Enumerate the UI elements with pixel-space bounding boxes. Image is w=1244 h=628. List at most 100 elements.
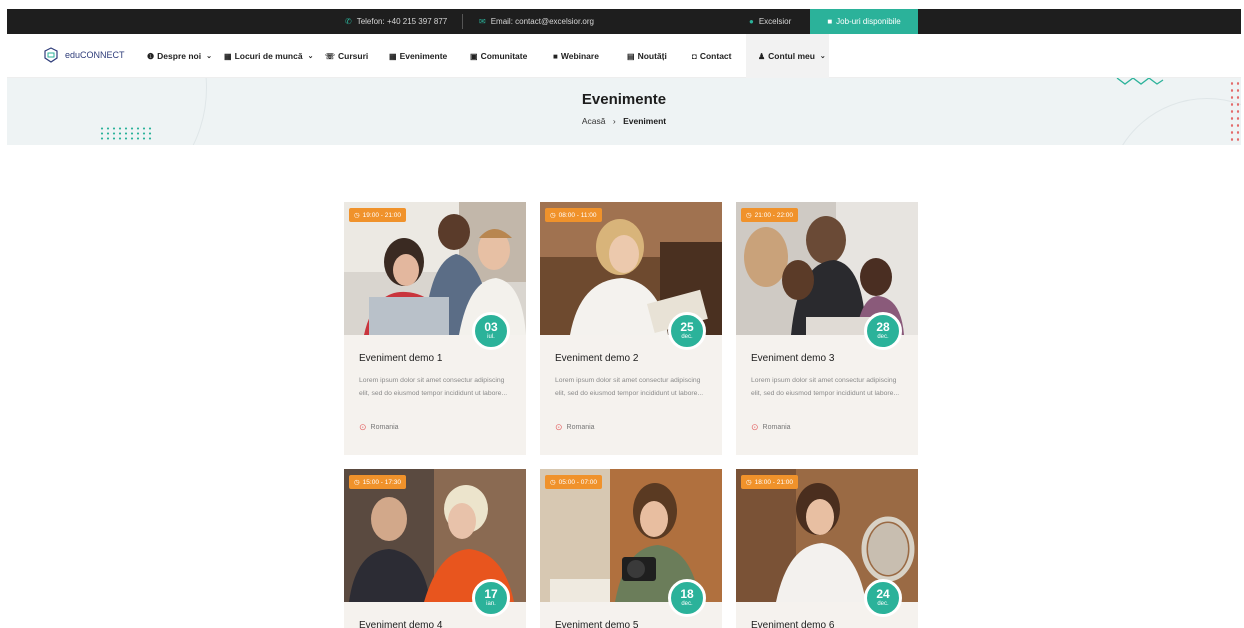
nav-comunitate[interactable]: ▣ Comunitate (470, 34, 527, 78)
event-title[interactable]: Eveniment demo 2 (555, 353, 638, 364)
breadcrumb-home[interactable]: Acasă (582, 116, 606, 126)
nav-contul-meu[interactable]: ♟ Contul meu ⌄ (746, 34, 829, 78)
community-icon: ▣ (470, 51, 478, 61)
main-nav: eduCONNECT ❶ Despre noi ⌄ ▦ Locuri de mu… (7, 34, 1241, 78)
briefcase-icon: ■ (827, 17, 833, 26)
decor-dots (1229, 80, 1241, 144)
event-date-badge: 03 iul. (472, 312, 510, 350)
nav-despre-noi[interactable]: ❶ Despre noi ⌄ (147, 34, 212, 78)
event-month: iul. (487, 334, 495, 340)
event-day: 17 (484, 587, 498, 601)
event-card[interactable]: ◷ 08:00 - 11:00 25 dec. Eveniment demo 2… (540, 202, 722, 455)
logo-text: eduCONNECT (65, 50, 125, 60)
event-day: 24 (876, 587, 890, 601)
event-time-badge: ◷ 08:00 - 11:00 (545, 208, 602, 222)
users-icon: ♟ (758, 51, 766, 61)
event-date-badge: 17 ian. (472, 579, 510, 617)
nav-noutati[interactable]: ▤ Noutăți (627, 34, 667, 78)
location-pin-icon: ⊙ (359, 422, 367, 432)
news-icon: ▤ (627, 51, 635, 61)
event-day: 25 (680, 320, 694, 334)
nav-label: Webinare (560, 51, 599, 61)
nav-label: Contul meu (768, 51, 815, 61)
phone-icon: ✆ (345, 17, 352, 26)
page: ✆ Telefon: +40 215 397 877 ✉ Email: cont… (0, 0, 1244, 628)
clock-icon: ◷ (354, 479, 360, 486)
event-location-text: Romania (370, 424, 399, 431)
event-time-badge: ◷ 05:00 - 07:00 (545, 475, 602, 489)
nav-evenimente[interactable]: ▦ Evenimente (389, 34, 447, 78)
event-card[interactable]: ◷ 21:00 - 22:00 28 dec. Eveniment demo 3… (736, 202, 918, 455)
breadcrumb-separator: › (612, 116, 616, 126)
nav-webinare[interactable]: ■ Webinare (553, 34, 599, 78)
event-date-badge: 18 dec. (668, 579, 706, 617)
event-title[interactable]: Eveniment demo 6 (751, 620, 834, 628)
chevron-down-icon: ⌄ (819, 53, 826, 60)
event-time: 15:00 - 17:30 (362, 478, 401, 486)
event-day: 18 (680, 587, 694, 601)
top-bar: ✆ Telefon: +40 215 397 877 ✉ Email: cont… (7, 9, 1241, 34)
event-card[interactable]: ◷ 15:00 - 17:30 17 ian. Eveniment demo 4 (344, 469, 526, 628)
event-time: 19:00 - 21:00 (362, 211, 401, 219)
event-title[interactable]: Eveniment demo 3 (751, 353, 834, 364)
clock-icon: ◷ (550, 479, 556, 486)
chevron-down-icon: ⌄ (307, 53, 314, 60)
event-time: 21:00 - 22:00 (754, 211, 793, 219)
event-time-badge: ◷ 15:00 - 17:30 (349, 475, 406, 489)
nav-cursuri[interactable]: ☏ Cursuri (325, 34, 368, 78)
page-banner: Evenimente Acasă › Eveniment (7, 78, 1241, 145)
event-day: 03 (484, 320, 498, 334)
inbox-icon: ◘ (692, 51, 697, 61)
phone-contact[interactable]: ✆ Telefon: +40 215 397 877 (345, 9, 447, 34)
event-location-text: Romania (762, 424, 791, 431)
user-icon: ● (749, 17, 754, 26)
clock-icon: ◷ (746, 212, 752, 219)
event-month: dec. (681, 601, 693, 607)
event-location: ⊙ Romania (555, 422, 595, 433)
jobs-button-label: Job-uri disponibile (836, 17, 901, 26)
event-date-badge: 25 dec. (668, 312, 706, 350)
nav-label: Evenimente (399, 51, 448, 61)
user-link[interactable]: ● Excelsior (749, 9, 791, 34)
nav-label: Noutăți (637, 51, 667, 61)
event-card[interactable]: ◷ 19:00 - 21:00 03 iul. Eveniment demo 1… (344, 202, 526, 455)
event-title[interactable]: Eveniment demo 1 (359, 353, 442, 364)
event-location-text: Romania (566, 424, 595, 431)
nav-contact[interactable]: ◘ Contact (692, 34, 731, 78)
nav-label: Despre noi (157, 51, 202, 61)
nav-label: Locuri de muncă (234, 51, 303, 61)
briefcase-icon: ▦ (224, 51, 232, 61)
event-month: dec. (877, 334, 889, 340)
chat-icon: ☏ (325, 51, 336, 61)
nav-label: Cursuri (338, 51, 369, 61)
event-time: 18:00 - 21:00 (754, 478, 793, 486)
event-time-badge: ◷ 21:00 - 22:00 (741, 208, 798, 222)
nav-locuri-de-munca[interactable]: ▦ Locuri de muncă ⌄ (224, 34, 313, 78)
event-card[interactable]: ◷ 05:00 - 07:00 18 dec. Eveniment demo 5 (540, 469, 722, 628)
decor-dots (99, 126, 154, 140)
event-day: 28 (876, 320, 890, 334)
phone-text: Telefon: +40 215 397 877 (356, 17, 448, 26)
page-title: Evenimente (581, 91, 667, 108)
nav-label: Contact (699, 51, 732, 61)
jobs-button[interactable]: ■ Job-uri disponibile (810, 9, 918, 34)
divider (462, 14, 463, 29)
event-card[interactable]: ◷ 18:00 - 21:00 24 dec. Eveniment demo 6 (736, 469, 918, 628)
event-month: dec. (681, 334, 693, 340)
clock-icon: ◷ (354, 212, 360, 219)
breadcrumb: Acasă › Eveniment (7, 116, 1241, 126)
user-name: Excelsior (758, 17, 792, 26)
event-title[interactable]: Eveniment demo 5 (555, 620, 638, 628)
event-title[interactable]: Eveniment demo 4 (359, 620, 442, 628)
logo[interactable]: eduCONNECT (42, 47, 125, 63)
event-time-badge: ◷ 18:00 - 21:00 (741, 475, 798, 489)
calendar-icon: ▦ (389, 51, 397, 61)
location-pin-icon: ⊙ (751, 422, 759, 432)
email-text: Email: contact@excelsior.org (490, 17, 594, 26)
event-description: Lorem ipsum dolor sit amet consectur adi… (555, 377, 704, 397)
logo-icon (44, 47, 58, 63)
email-contact[interactable]: ✉ Email: contact@excelsior.org (479, 9, 594, 34)
event-month: ian. (486, 601, 496, 607)
event-description: Lorem ipsum dolor sit amet consectur adi… (359, 377, 508, 397)
chevron-down-icon: ⌄ (206, 53, 212, 60)
